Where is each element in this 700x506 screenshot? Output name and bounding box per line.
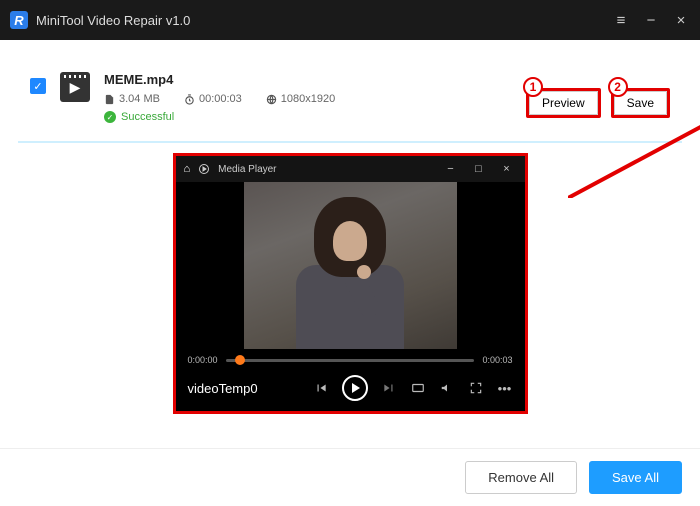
status-text: Successful <box>121 111 174 123</box>
minimize-icon[interactable]: − <box>642 12 660 29</box>
file-status: ✓ Successful <box>104 111 512 123</box>
titlebar: R MiniTool Video Repair v1.0 ≡ − × <box>0 0 700 40</box>
callout-preview: 1 Preview <box>526 88 601 118</box>
app-window: R MiniTool Video Repair v1.0 ≡ − × ✓ ▶ M… <box>0 0 700 506</box>
video-file-icon: ▶ <box>60 72 90 102</box>
volume-icon[interactable] <box>439 380 455 396</box>
file-meta: 3.04 MB 00:00:03 1080x1920 <box>104 93 512 105</box>
player-app-icon <box>198 163 210 175</box>
seek-handle[interactable] <box>235 355 245 365</box>
fullscreen-icon[interactable] <box>468 380 484 396</box>
save-all-button[interactable]: Save All <box>589 461 682 494</box>
file-name: MEME.mp4 <box>104 72 512 87</box>
callout-badge-2: 2 <box>608 77 628 97</box>
media-player-annotation: ⌂ Media Player − □ × <box>173 153 528 414</box>
fit-icon[interactable] <box>410 380 426 396</box>
file-card: ✓ ▶ MEME.mp4 3.04 MB 00:00:03 1080x1920 <box>18 58 682 137</box>
previous-icon[interactable] <box>313 380 329 396</box>
footer: Remove All Save All <box>0 448 700 506</box>
player-viewport[interactable] <box>176 182 525 349</box>
play-icon[interactable] <box>342 375 368 401</box>
video-title: videoTemp0 <box>188 381 258 396</box>
player-minimize-icon[interactable]: − <box>441 163 461 175</box>
more-icon[interactable]: ••• <box>497 380 513 396</box>
size-icon <box>104 94 115 105</box>
app-logo: R <box>10 11 28 29</box>
player-title: Media Player <box>218 164 432 175</box>
seek-bar[interactable] <box>226 359 475 362</box>
video-frame <box>244 182 457 349</box>
app-title: MiniTool Video Repair v1.0 <box>36 13 604 28</box>
media-player-window: ⌂ Media Player − □ × <box>176 156 525 411</box>
next-icon[interactable] <box>381 380 397 396</box>
callout-save: 2 Save <box>611 88 670 118</box>
file-resolution: 1080x1920 <box>281 93 335 105</box>
file-size: 3.04 MB <box>119 93 160 105</box>
player-close-icon[interactable]: × <box>497 163 517 175</box>
success-icon: ✓ <box>104 111 116 123</box>
duration-icon <box>184 94 195 105</box>
separator <box>18 141 682 143</box>
file-checkbox[interactable]: ✓ <box>30 78 46 94</box>
time-current: 0:00:00 <box>188 355 218 365</box>
content-area: ✓ ▶ MEME.mp4 3.04 MB 00:00:03 1080x1920 <box>0 40 700 448</box>
file-info: MEME.mp4 3.04 MB 00:00:03 1080x1920 ✓ Su… <box>104 72 512 123</box>
player-maximize-icon[interactable]: □ <box>469 163 489 175</box>
file-duration: 00:00:03 <box>199 93 242 105</box>
callout-badge-1: 1 <box>523 77 543 97</box>
close-icon[interactable]: × <box>672 12 690 29</box>
player-controls: 0:00:00 0:00:03 videoTemp0 <box>176 349 525 411</box>
player-titlebar: ⌂ Media Player − □ × <box>176 156 525 182</box>
menu-icon[interactable]: ≡ <box>612 12 630 29</box>
resolution-icon <box>266 94 277 105</box>
remove-all-button[interactable]: Remove All <box>465 461 577 494</box>
time-total: 0:00:03 <box>482 355 512 365</box>
player-home-icon[interactable]: ⌂ <box>184 163 191 175</box>
